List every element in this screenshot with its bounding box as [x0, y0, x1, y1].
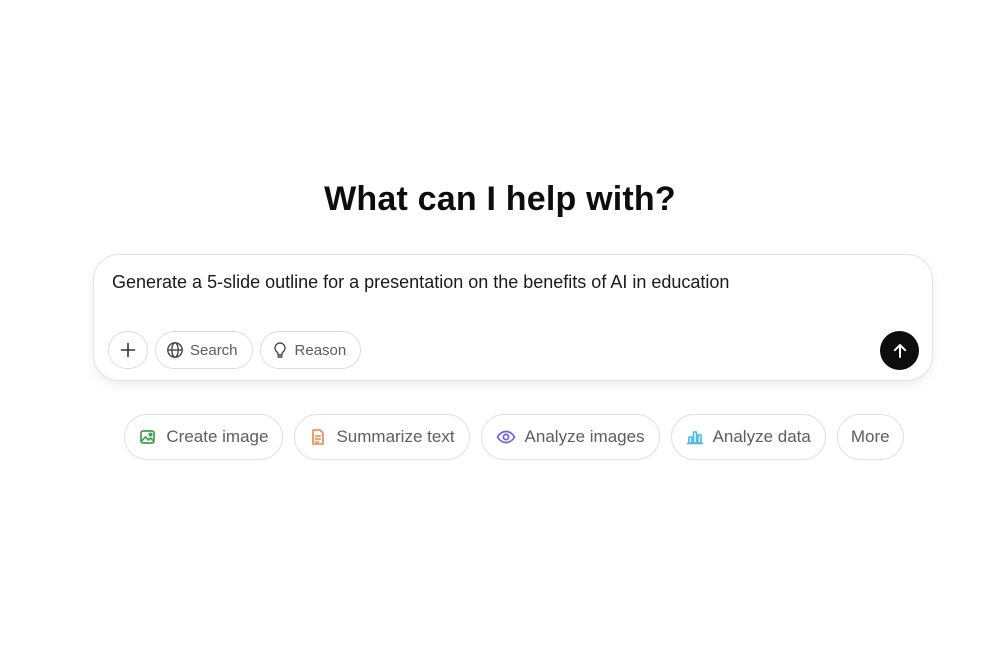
analyze-images-button[interactable]: Analyze images [480, 414, 660, 460]
bar-chart-icon [686, 428, 704, 446]
arrow-up-icon [891, 342, 909, 360]
page-title: What can I help with? [324, 180, 676, 218]
composer-tool-row: Search Reason [108, 331, 362, 369]
eye-icon [496, 428, 516, 446]
image-icon [139, 428, 157, 446]
more-button[interactable]: More [836, 414, 904, 460]
create-image-button[interactable]: Create image [124, 414, 284, 460]
page: What can I help with? Generate a 5-slide… [0, 0, 1000, 663]
summarize-text-button[interactable]: Summarize text [294, 414, 470, 460]
prompt-input[interactable]: Generate a 5-slide outline for a present… [112, 272, 729, 293]
summarize-text-label: Summarize text [336, 427, 455, 446]
reason-button[interactable]: Reason [259, 331, 362, 369]
reason-button-label: Reason [294, 341, 347, 359]
globe-icon [166, 341, 184, 359]
create-image-label: Create image [166, 427, 269, 446]
analyze-images-label: Analyze images [524, 427, 645, 446]
prompt-composer[interactable]: Generate a 5-slide outline for a present… [93, 254, 933, 381]
add-attachment-button[interactable] [108, 331, 148, 369]
analyze-data-label: Analyze data [712, 427, 811, 446]
send-button[interactable] [880, 331, 919, 370]
more-label: More [850, 427, 890, 446]
document-icon [309, 428, 327, 446]
search-button[interactable]: Search [155, 331, 253, 369]
suggestion-chips: Create image Summarize text Analyze imag… [0, 414, 1000, 460]
analyze-data-button[interactable]: Analyze data [670, 414, 826, 460]
plus-icon [120, 342, 136, 358]
lightbulb-icon [271, 341, 289, 359]
search-button-label: Search [190, 341, 238, 359]
